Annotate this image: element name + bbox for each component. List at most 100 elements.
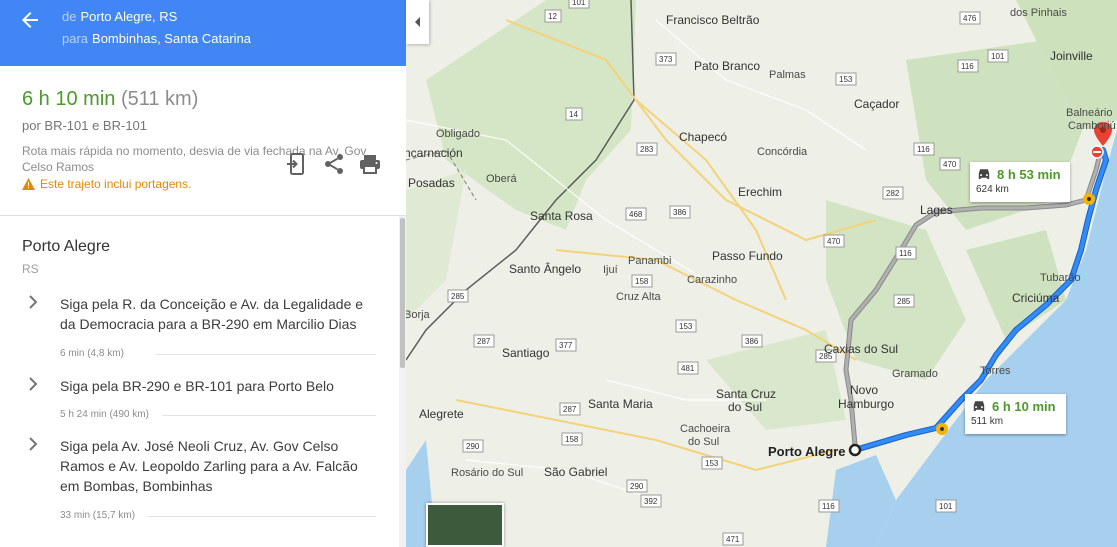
svg-text:283: 283 [640, 145, 654, 154]
print-icon[interactable] [358, 152, 382, 176]
shield: 153 [835, 72, 857, 86]
send-to-phone-icon[interactable] [285, 152, 309, 176]
toll-icon [1083, 193, 1095, 205]
origin-marker[interactable] [848, 443, 862, 457]
place-label[interactable]: ncarnación [406, 146, 463, 160]
map-canvas[interactable]: 12 101 373 153 476 116 101 14 283 116 47… [406, 0, 1117, 547]
alt-route-duration: 8 h 53 min [997, 167, 1061, 182]
shield: 282 [882, 186, 904, 200]
svg-text:101: 101 [991, 52, 1005, 61]
collapse-panel-button[interactable] [406, 0, 429, 44]
place-label[interactable]: Santa Maria [588, 397, 653, 411]
svg-text:386: 386 [745, 337, 759, 346]
shield: 116 [895, 246, 917, 260]
place-label[interactable]: Borja [406, 309, 431, 321]
chevron-right-icon[interactable] [26, 294, 40, 310]
chevron-right-icon[interactable] [26, 376, 40, 392]
car-icon [973, 401, 985, 412]
svg-text:373: 373 [659, 55, 673, 64]
place-label[interactable]: Tubarão [1040, 272, 1081, 284]
place-label[interactable]: Oberá [486, 173, 517, 185]
shield: 290 [626, 479, 648, 493]
shield: 116 [957, 59, 979, 73]
svg-text:470: 470 [943, 160, 957, 169]
place-label[interactable]: Joinville [1050, 49, 1093, 63]
destination-line[interactable]: para Bombinhas, Santa Catarina [62, 31, 251, 46]
satellite-toggle[interactable] [426, 503, 504, 547]
svg-text:158: 158 [635, 277, 649, 286]
directions-header: de Porto Alegre, RS para Bombinhas, Santa … [0, 0, 406, 66]
place-label[interactable]: Torres [980, 365, 1011, 377]
place-label[interactable]: Santiago [502, 346, 550, 360]
svg-text:386: 386 [673, 208, 687, 217]
place-label[interactable]: Lages [920, 203, 953, 217]
main-route-duration: 6 h 10 min [992, 399, 1056, 414]
place-label[interactable]: Erechim [738, 185, 782, 199]
place-label[interactable]: Palmas [769, 69, 806, 81]
place-label[interactable]: Panambi [628, 255, 671, 267]
svg-text:287: 287 [477, 337, 491, 346]
route-time-distance: 6 h 10 min (511 km) [22, 88, 198, 111]
place-label[interactable]: dos Pinhais [1010, 7, 1067, 19]
scrollbar-thumb[interactable] [400, 218, 405, 368]
place-label[interactable]: Cachoeira do Sul [680, 423, 731, 448]
svg-text:468: 468 [629, 210, 643, 219]
place-label[interactable]: Santa Rosa [530, 209, 593, 223]
svg-text:116: 116 [917, 145, 930, 154]
svg-text:392: 392 [644, 497, 658, 506]
shield: 116 [818, 499, 840, 513]
route-distance: (511 km) [120, 88, 199, 110]
place-label[interactable]: Francisco Beltrão [666, 13, 760, 27]
place-label[interactable]: Chapecó [679, 130, 727, 144]
svg-text:116: 116 [899, 249, 912, 258]
chevron-right-icon[interactable] [26, 436, 40, 452]
alt-route-label[interactable]: 8 h 53 min 624 km [970, 162, 1070, 202]
main-route-label[interactable]: 6 h 10 min 511 km [965, 394, 1066, 434]
place-label[interactable]: Criciúma [1012, 291, 1060, 305]
shield: 285 [893, 294, 915, 308]
shield: 476 [959, 11, 981, 25]
svg-text:377: 377 [559, 341, 573, 350]
place-label-origin[interactable]: Porto Alegre [768, 444, 846, 459]
place-label[interactable]: Caçador [854, 97, 899, 111]
route-via: por BR-101 e BR-101 [22, 118, 148, 133]
back-arrow-icon[interactable] [18, 8, 42, 32]
place-label[interactable]: Cruz Alta [616, 291, 662, 303]
svg-text:12: 12 [548, 12, 557, 21]
place-label[interactable]: Concórdia [757, 146, 808, 158]
step-meta: 5 h 24 min (490 km) [60, 409, 149, 420]
place-label[interactable]: Ijuí [603, 264, 618, 276]
place-label[interactable]: Rosário do Sul [451, 467, 523, 479]
shield: 471 [722, 532, 744, 546]
shield: 377 [555, 338, 577, 352]
svg-text:285: 285 [451, 292, 465, 301]
svg-text:290: 290 [630, 482, 644, 491]
place-label[interactable]: São Gabriel [544, 465, 607, 479]
svg-text:153: 153 [839, 75, 853, 84]
place-label[interactable]: Caxias do Sul [824, 342, 898, 356]
shield: 470 [939, 157, 961, 171]
step-divider [148, 516, 376, 517]
place-label[interactable]: Santo Ângelo [509, 261, 581, 276]
svg-text:116: 116 [822, 502, 835, 511]
place-label[interactable]: Carazinho [687, 274, 737, 286]
shield: 386 [669, 205, 691, 219]
place-label[interactable]: Posadas [408, 176, 455, 190]
place-label[interactable]: Gramado [892, 368, 938, 380]
shield: 290 [462, 439, 484, 453]
car-icon [978, 169, 990, 180]
to-place: Bombinhas, Santa Catarina [92, 31, 252, 46]
route-summary: 6 h 10 min (511 km) por BR-101 e BR-101 … [0, 66, 406, 216]
place-label[interactable]: Alegrete [419, 407, 464, 421]
step-divider [162, 415, 376, 416]
origin-line[interactable]: de Porto Alegre, RS [62, 9, 177, 24]
step-text: Siga pela R. da Conceição e Av. da Legal… [60, 296, 364, 332]
origin-state: RS [22, 262, 39, 276]
place-label[interactable]: Passo Fundo [712, 249, 783, 263]
shield: 158 [631, 274, 653, 288]
place-label[interactable]: Obligado [436, 128, 480, 140]
share-icon[interactable] [322, 152, 346, 176]
svg-text:116: 116 [961, 62, 974, 71]
place-label[interactable]: Balneário Camboriú [1066, 107, 1116, 132]
place-label[interactable]: Pato Branco [694, 59, 760, 73]
